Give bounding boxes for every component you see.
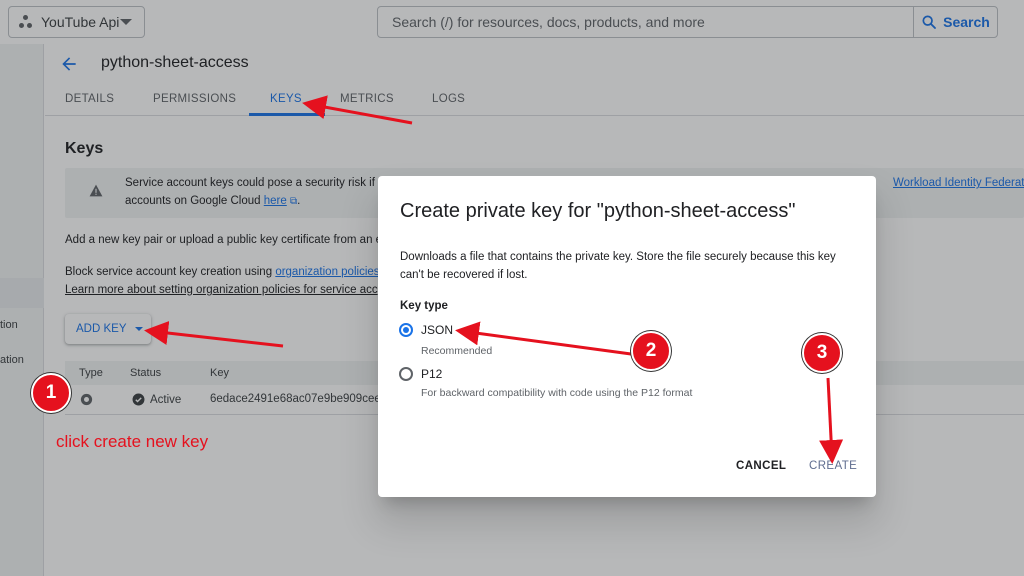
json-radio[interactable]: [399, 323, 413, 337]
annotation-badge-2: 2: [631, 331, 671, 371]
p12-option-hint: For backward compatibility with code usi…: [421, 387, 693, 399]
p12-option-label[interactable]: P12: [421, 367, 442, 381]
json-option-hint: Recommended: [421, 345, 493, 357]
annotation-caption: click create new key: [56, 432, 209, 451]
annotation-badge-3: 3: [802, 333, 842, 373]
json-option-label[interactable]: JSON: [421, 323, 453, 337]
cancel-button[interactable]: CANCEL: [736, 460, 786, 472]
p12-radio[interactable]: [399, 367, 413, 381]
create-button[interactable]: CREATE: [809, 460, 857, 472]
create-private-key-dialog: Create private key for "python-sheet-acc…: [378, 176, 876, 497]
dialog-title: Create private key for "python-sheet-acc…: [400, 200, 796, 222]
key-type-label: Key type: [400, 300, 448, 312]
dialog-description: Downloads a file that contains the priva…: [400, 251, 836, 281]
annotation-badge-1: 1: [31, 373, 71, 413]
